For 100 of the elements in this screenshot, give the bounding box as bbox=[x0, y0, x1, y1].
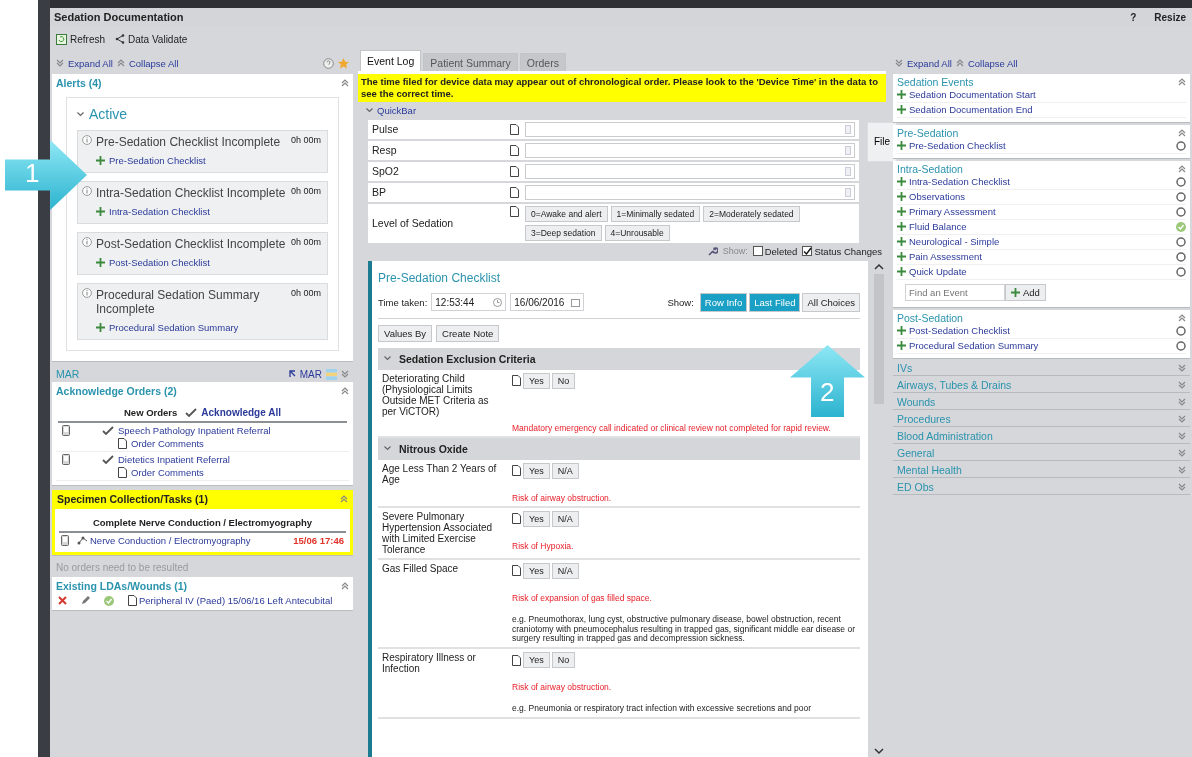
collapse-icon[interactable] bbox=[1178, 78, 1186, 86]
checkbox[interactable] bbox=[752, 246, 763, 257]
input-field[interactable] bbox=[525, 121, 855, 137]
expand-icon[interactable] bbox=[1178, 381, 1186, 389]
tab[interactable]: Patient Summary bbox=[423, 53, 518, 71]
section-header[interactable]: Nitrous Oxide bbox=[378, 437, 860, 460]
chevron-up-icon[interactable] bbox=[874, 262, 884, 270]
answer-button[interactable]: N/A bbox=[551, 562, 579, 579]
check-circle-icon[interactable] bbox=[104, 595, 114, 606]
event-link[interactable]: Intra-Sedation Checklist bbox=[909, 176, 1010, 187]
expand-icon[interactable] bbox=[341, 370, 349, 378]
sedation-option-button[interactable]: 0=Awake and alert bbox=[525, 205, 608, 222]
answer-button[interactable]: Yes bbox=[523, 462, 550, 479]
refresh-button[interactable]: Refresh bbox=[56, 33, 105, 45]
help-icon[interactable] bbox=[323, 57, 334, 69]
order-link[interactable]: Dietetics Inpatient Referral bbox=[118, 454, 230, 465]
alert-action-link[interactable]: Procedural Sedation Summary bbox=[109, 322, 239, 333]
event-group-title[interactable]: Post-Sedation bbox=[897, 312, 963, 324]
alert-action-link[interactable]: Post-Sedation Checklist bbox=[109, 257, 210, 268]
caret-icon[interactable] bbox=[366, 107, 373, 113]
collapse-all-link[interactable]: Collapse All bbox=[128, 57, 179, 69]
document-icon[interactable] bbox=[512, 565, 521, 577]
document-icon[interactable] bbox=[510, 205, 519, 217]
answer-button[interactable]: N/A bbox=[551, 510, 579, 527]
input-field[interactable] bbox=[525, 142, 855, 158]
clock-icon[interactable] bbox=[493, 297, 503, 307]
expand-icon[interactable] bbox=[56, 59, 64, 67]
star-icon[interactable] bbox=[338, 57, 349, 69]
collapse-icon[interactable] bbox=[1178, 314, 1186, 322]
caret-icon[interactable] bbox=[384, 446, 391, 452]
collapse-icon[interactable] bbox=[341, 79, 349, 87]
expand-icon[interactable] bbox=[1178, 398, 1186, 406]
caret-icon[interactable] bbox=[77, 111, 84, 117]
event-group-title[interactable]: Intra-Sedation bbox=[897, 163, 963, 175]
document-icon[interactable] bbox=[512, 654, 521, 666]
close-icon[interactable] bbox=[58, 596, 67, 605]
document-icon[interactable] bbox=[510, 123, 519, 135]
answer-button[interactable]: Yes bbox=[523, 372, 550, 389]
caret-icon[interactable] bbox=[384, 356, 391, 362]
event-link[interactable]: Neurological - Simple bbox=[909, 236, 1000, 247]
event-group-title[interactable]: Sedation Events bbox=[897, 76, 974, 88]
expand-all-link[interactable]: Expand All bbox=[907, 57, 952, 69]
event-link[interactable]: Pre-Sedation Checklist bbox=[909, 140, 1006, 151]
event-link[interactable]: Quick Update bbox=[909, 266, 967, 277]
sedation-option-button[interactable]: 2=Moderately sedated bbox=[703, 205, 800, 222]
show-toggle-button[interactable]: All Choices bbox=[802, 292, 860, 312]
expand-icon[interactable] bbox=[1178, 415, 1186, 423]
input-field[interactable] bbox=[525, 184, 855, 200]
action-button[interactable]: Create Note bbox=[436, 324, 500, 342]
document-icon[interactable] bbox=[512, 465, 521, 477]
alert-action-link[interactable]: Pre-Sedation Checklist bbox=[109, 155, 206, 166]
sedation-option-button[interactable]: 3=Deep sedation bbox=[525, 224, 602, 241]
alert-card[interactable]: Post-Sedation Checklist Incomplete 0h 00m Post-Sedation Checklist bbox=[77, 232, 328, 275]
answer-button[interactable]: Yes bbox=[523, 562, 550, 579]
alert-action-link[interactable]: Intra-Sedation Checklist bbox=[109, 206, 210, 217]
mar-link[interactable]: MAR bbox=[299, 368, 322, 380]
answer-button[interactable]: N/A bbox=[551, 462, 579, 479]
collapse-icon[interactable] bbox=[955, 59, 964, 67]
event-link[interactable]: Pain Assessment bbox=[909, 251, 982, 262]
date-field[interactable]: 16/06/2016 bbox=[510, 293, 585, 312]
alert-card[interactable]: Intra-Sedation Checklist Incomplete 0h 00m Intra-Sedation Checklist bbox=[77, 181, 328, 224]
order-comments-link[interactable]: Order Comments bbox=[131, 438, 204, 449]
event-link[interactable]: Post-Sedation Checklist bbox=[909, 325, 1010, 336]
expand-icon[interactable] bbox=[1178, 449, 1186, 457]
document-icon[interactable] bbox=[118, 467, 127, 478]
collapse-icon[interactable] bbox=[341, 582, 349, 590]
expand-icon[interactable] bbox=[1178, 432, 1186, 440]
time-field[interactable]: 12:53:44 bbox=[431, 293, 507, 312]
add-button[interactable]: Add bbox=[1005, 284, 1046, 301]
order-comments-link[interactable]: Order Comments bbox=[131, 467, 204, 478]
sedation-option-button[interactable]: 1=Minimally sedated bbox=[610, 205, 701, 222]
document-icon[interactable] bbox=[510, 144, 519, 156]
event-search-field[interactable]: Find an Event bbox=[905, 284, 1005, 301]
event-link[interactable]: Sedation Documentation End bbox=[909, 104, 1033, 115]
event-link[interactable]: Procedural Sedation Summary bbox=[909, 340, 1039, 351]
expand-icon[interactable] bbox=[1178, 483, 1186, 491]
event-link[interactable]: Observations bbox=[909, 191, 965, 202]
document-icon[interactable] bbox=[118, 438, 127, 449]
quickbar-link[interactable]: QuickBar bbox=[377, 104, 417, 116]
answer-button[interactable]: Yes bbox=[523, 510, 550, 527]
alert-card[interactable]: Pre-Sedation Checklist Incomplete 0h 00m Pre-Sedation Checklist bbox=[77, 130, 328, 173]
pencil-icon[interactable] bbox=[81, 596, 90, 605]
lda-link[interactable]: Peripheral IV (Paed) 15/06/16 Left Antecubital bbox=[139, 595, 333, 606]
expand-icon[interactable] bbox=[1178, 466, 1186, 474]
acknowledge-all-link[interactable]: Acknowledge All bbox=[201, 407, 281, 418]
data-validate-button[interactable]: Data Validate bbox=[115, 33, 188, 45]
order-link[interactable]: Speech Pathology Inpatient Referral bbox=[118, 425, 271, 436]
input-field[interactable] bbox=[525, 163, 855, 179]
section-header[interactable]: Sedation Exclusion Criteria bbox=[378, 347, 860, 370]
help-button[interactable]: ? bbox=[1130, 11, 1137, 23]
document-icon[interactable] bbox=[510, 186, 519, 198]
event-group-title[interactable]: Pre-Sedation bbox=[897, 127, 959, 139]
event-link[interactable]: Fluid Balance bbox=[909, 221, 967, 232]
collapse-icon[interactable] bbox=[340, 495, 348, 503]
collapse-all-link[interactable]: Collapse All bbox=[967, 57, 1018, 69]
answer-button[interactable]: No bbox=[551, 372, 576, 389]
alert-card[interactable]: Procedural Sedation Summary Incomplete 0h 00m Procedural Sedation Summary bbox=[77, 283, 328, 340]
calendar-icon[interactable] bbox=[571, 297, 581, 307]
task-link[interactable]: Nerve Conduction / Electromyography bbox=[90, 535, 251, 546]
checkbox[interactable] bbox=[802, 246, 813, 257]
